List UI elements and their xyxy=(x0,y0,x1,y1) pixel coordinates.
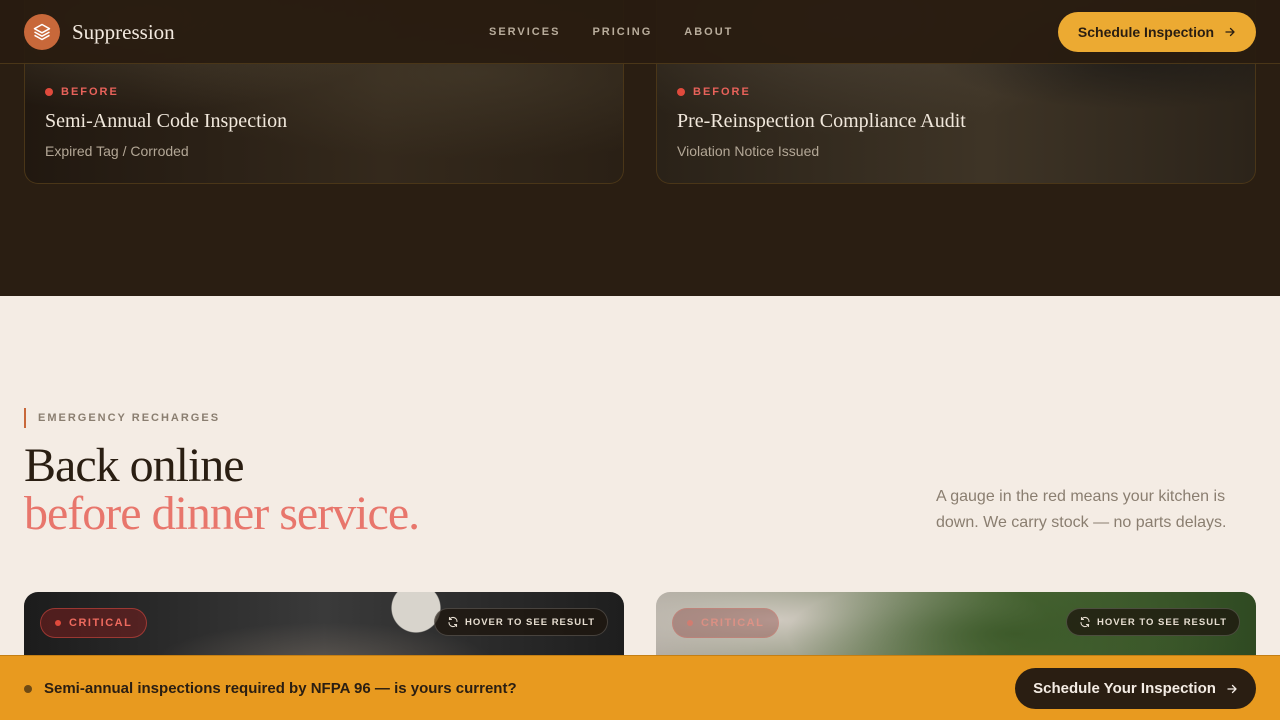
before-tag-label: BEFORE xyxy=(693,86,751,98)
hover-hint: HOVER TO SEE RESULT xyxy=(1065,608,1240,636)
schedule-your-inspection-label: Schedule Your Inspection xyxy=(1033,680,1216,697)
schedule-your-inspection-button[interactable]: Schedule Your Inspection xyxy=(1015,668,1256,709)
card-title: Semi-Annual Code Inspection xyxy=(45,110,288,132)
nav-services[interactable]: SERVICES xyxy=(489,26,560,38)
layers-icon xyxy=(33,23,51,41)
card-title: Pre-Reinspection Compliance Audit xyxy=(677,110,966,132)
nav-pricing[interactable]: PRICING xyxy=(592,26,652,38)
status-dot-icon xyxy=(55,620,61,626)
card-subtitle: Expired Tag / Corroded xyxy=(45,143,189,159)
card-subtitle: Violation Notice Issued xyxy=(677,143,820,159)
arrow-right-icon xyxy=(1227,684,1237,693)
section-eyebrow: EMERGENCY RECHARGES xyxy=(24,408,220,428)
critical-badge-label: CRITICAL xyxy=(701,617,765,629)
hover-hint: HOVER TO SEE RESULT xyxy=(433,608,608,636)
before-tag: BEFORE xyxy=(677,86,966,98)
sticky-bar-text: Semi-annual inspections required by NFPA… xyxy=(44,680,517,697)
critical-badge: CRITICAL xyxy=(672,608,780,638)
site-header: Suppression SERVICES PRICING ABOUT Sched… xyxy=(0,0,1280,64)
critical-badge: CRITICAL xyxy=(40,608,148,638)
critical-badge-label: CRITICAL xyxy=(69,617,133,629)
section-lead: A gauge in the red means your kitchen is… xyxy=(936,488,1227,531)
status-dot-icon xyxy=(677,88,685,96)
schedule-inspection-label: Schedule Inspection xyxy=(1077,24,1215,40)
hover-hint-label: HOVER TO SEE RESULT xyxy=(464,616,595,628)
arrow-right-icon xyxy=(1225,27,1235,37)
nav-about[interactable]: ABOUT xyxy=(684,26,733,38)
before-tag: BEFORE xyxy=(45,86,287,98)
status-dot-icon xyxy=(687,620,693,626)
schedule-inspection-button[interactable]: Schedule Inspection xyxy=(1058,12,1256,52)
refresh-icon xyxy=(1080,616,1090,628)
sticky-cta-bar: Semi-annual inspections required by NFPA… xyxy=(0,655,1280,720)
logo[interactable] xyxy=(24,14,60,50)
refresh-icon xyxy=(448,616,458,628)
hover-hint-label: HOVER TO SEE RESULT xyxy=(1096,616,1227,628)
section-heading: Back online xyxy=(24,439,245,492)
brand-name[interactable]: Suppression xyxy=(72,20,175,45)
section-heading-accent: before dinner service. xyxy=(24,487,420,540)
before-tag-label: BEFORE xyxy=(61,86,119,98)
bullet-dot-icon xyxy=(24,685,32,693)
main-nav: SERVICES PRICING ABOUT xyxy=(489,26,733,38)
status-dot-icon xyxy=(45,88,53,96)
